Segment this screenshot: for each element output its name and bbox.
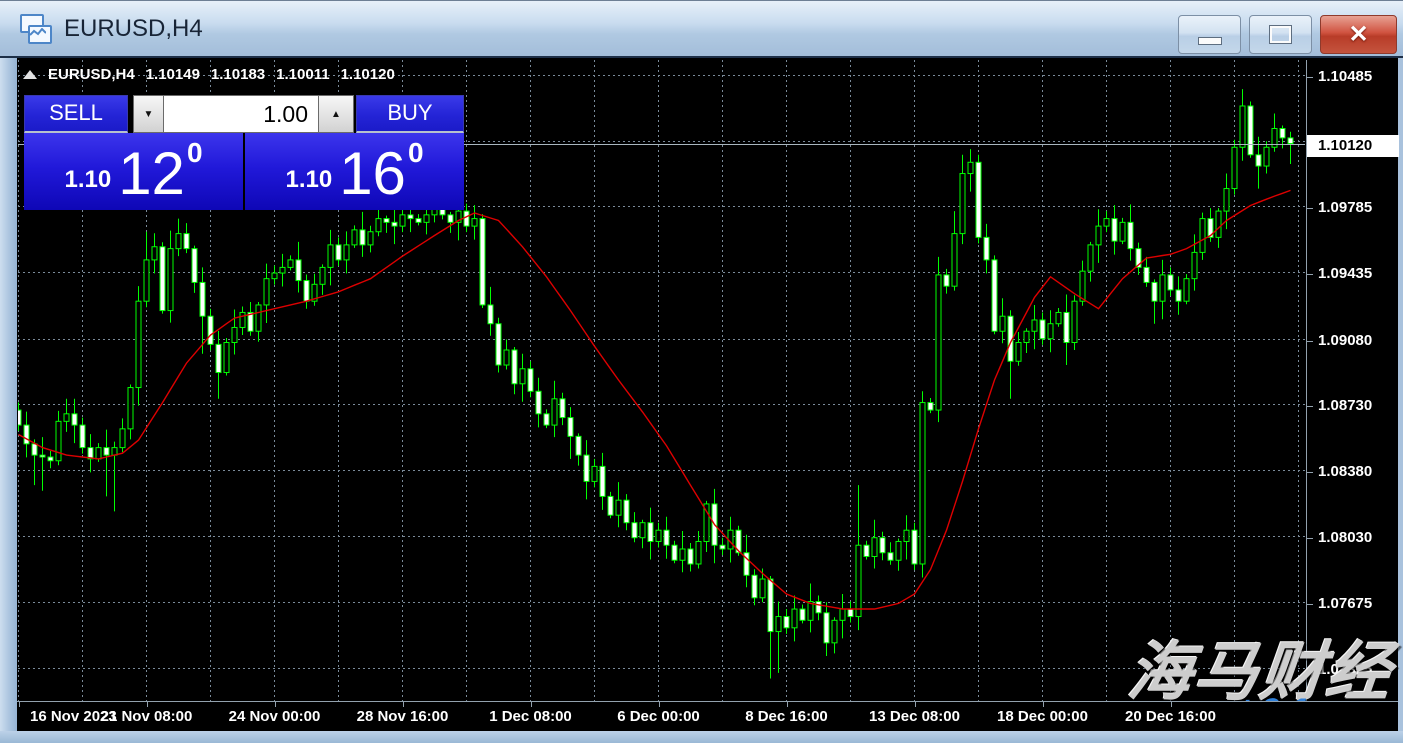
chevron-down-icon: ▼	[144, 109, 154, 120]
collapse-panel-icon[interactable]	[23, 70, 37, 79]
sell-button[interactable]: SELL	[24, 95, 128, 133]
price-axis-tick	[1307, 208, 1313, 209]
price-axis-label: 1.08730	[1318, 396, 1372, 416]
mt4-chart-window: EURUSD,H4 ✕ EURUSD,H4 1.10149 1.10183 1.…	[0, 0, 1403, 743]
time-axis-label: 8 Dec 16:00	[727, 708, 847, 725]
chevron-up-icon: ▲	[331, 109, 341, 120]
price-axis-label: 1.09785	[1318, 198, 1372, 218]
sell-price-frac: 0	[187, 137, 203, 169]
header-symbol: EURUSD,H4	[48, 66, 135, 83]
window-titlebar[interactable]: EURUSD,H4 ✕	[0, 0, 1403, 58]
time-axis-label: 13 Dec 08:00	[855, 708, 975, 725]
header-low: 1.10011	[276, 66, 329, 83]
close-button[interactable]: ✕	[1320, 15, 1397, 54]
time-axis-tick	[531, 702, 532, 707]
buy-price-display: 1.10 16 0	[245, 133, 464, 210]
buy-price-pips: 16	[339, 148, 406, 201]
buy-price-base: 1.10	[285, 166, 332, 194]
close-icon: ✕	[1348, 23, 1368, 47]
maximize-button[interactable]	[1249, 15, 1312, 54]
sell-price-display: 1.10 12 0	[24, 133, 243, 210]
window-title: EURUSD,H4	[64, 15, 203, 43]
time-axis-label: 6 Dec 00:00	[599, 708, 719, 725]
price-axis-label: 1.07675	[1318, 594, 1372, 614]
time-axis-tick	[147, 702, 148, 707]
price-axis-tick	[1307, 604, 1313, 605]
price-axis-tick	[1307, 274, 1313, 275]
maximize-icon	[1270, 26, 1291, 43]
time-axis-tick	[19, 702, 20, 707]
price-axis-tick	[1307, 406, 1313, 407]
time-axis-tick	[787, 702, 788, 707]
minimize-button[interactable]	[1178, 15, 1241, 54]
time-axis-label: 18 Dec 00:00	[983, 708, 1103, 725]
price-axis-label: 1.08030	[1318, 528, 1372, 548]
volume-input[interactable]	[164, 95, 318, 133]
buy-button[interactable]: BUY	[356, 95, 464, 133]
time-axis-tick	[275, 702, 276, 707]
price-axis-tick	[1307, 341, 1313, 342]
sell-price-base: 1.10	[64, 166, 111, 194]
volume-step-up-button[interactable]: ▲	[318, 95, 354, 133]
window-frame-right	[1398, 58, 1403, 743]
current-price-tag: 1.10120	[1307, 135, 1399, 157]
header-open: 1.10149	[146, 66, 200, 83]
header-high: 1.10183	[211, 66, 265, 83]
time-axis[interactable]: 16 Nov 202321 Nov 08:0024 Nov 00:0028 No…	[17, 701, 1398, 731]
price-axis-label: 1.08380	[1318, 462, 1372, 482]
one-click-trading-panel: SELL ▼ ▲ BUY 1.10 12 0 1.10	[24, 95, 464, 210]
buy-price-frac: 0	[408, 137, 424, 169]
price-axis-label: 1.09435	[1318, 264, 1372, 284]
time-axis-label: 21 Nov 08:00	[87, 708, 207, 725]
chart-client-area: EURUSD,H4 1.10149 1.10183 1.10011 1.1012…	[17, 58, 1398, 731]
time-axis-tick	[659, 702, 660, 707]
volume-step-down-button[interactable]: ▼	[133, 95, 164, 133]
time-axis-label: 28 Nov 16:00	[343, 708, 463, 725]
header-close: 1.10120	[341, 66, 395, 83]
price-axis-tick	[1307, 538, 1313, 539]
price-axis[interactable]: 1.10485 1.09785 1.09435 1.09080 1.08730 1.083…	[1306, 60, 1398, 701]
chart-ohlc-header: EURUSD,H4 1.10149 1.10183 1.10011 1.1012…	[23, 66, 406, 83]
time-axis-tick	[1043, 702, 1044, 707]
minimize-icon	[1198, 37, 1222, 45]
time-axis-tick	[403, 702, 404, 707]
chart-window-icon	[20, 14, 54, 44]
sell-price-pips: 12	[118, 148, 185, 201]
price-axis-label: 1.09080	[1318, 331, 1372, 351]
time-axis-label: 24 Nov 00:00	[215, 708, 335, 725]
time-axis-tick	[915, 702, 916, 707]
price-axis-tick	[1307, 77, 1313, 78]
window-frame-left	[0, 58, 17, 743]
price-axis-tick	[1307, 472, 1313, 473]
price-axis-label: 1.10485	[1318, 67, 1372, 87]
time-axis-label: 20 Dec 16:00	[1111, 708, 1231, 725]
time-axis-tick	[1171, 702, 1172, 707]
time-axis-label: 1 Dec 08:00	[471, 708, 591, 725]
mini-chart-zigzag-icon	[30, 28, 46, 37]
